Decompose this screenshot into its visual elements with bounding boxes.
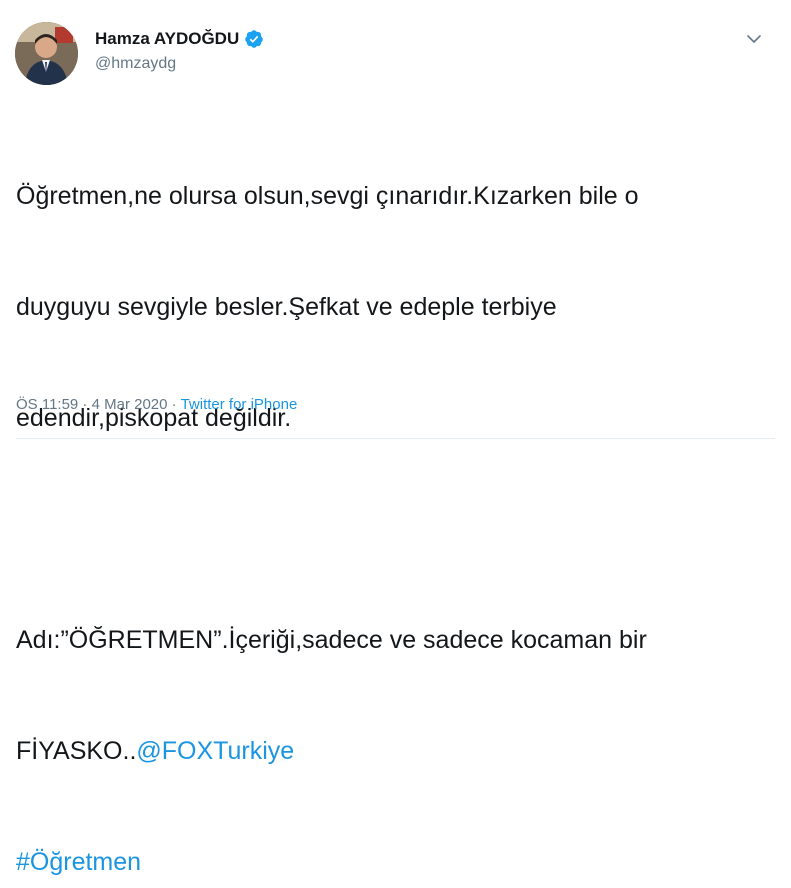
tweet-date[interactable]: 4 Mar 2020 [92, 396, 168, 413]
hashtag-link[interactable]: #Öğretmen [16, 848, 141, 876]
avatar[interactable] [15, 22, 78, 85]
tweet-line-text: FİYASKO.. [16, 737, 137, 765]
author-name[interactable]: Hamza AYDOĞDU [95, 29, 239, 49]
mention-link[interactable]: @FOXTurkiye [136, 737, 294, 765]
author-handle[interactable]: @hmzaydg [95, 55, 176, 73]
verified-badge-icon [245, 30, 263, 48]
tweet-line: FİYASKO..@FOXTurkiye [16, 733, 776, 770]
tweet-line: #Öğretmen [16, 844, 776, 881]
tweet-line: Öğretmen,ne olursa olsun,sevgi çınarıdır… [16, 182, 639, 210]
tweet-line: Adı:”ÖĞRETMEN”.İçeriği,sadece ve sadece … [16, 626, 647, 654]
tweet-time[interactable]: ÖS 11:59 [16, 396, 78, 413]
divider [16, 438, 775, 439]
avatar-photo [15, 22, 78, 85]
author-name-row: Hamza AYDOĞDU [95, 29, 264, 49]
meta-separator: · [167, 396, 181, 413]
tweet-line: duyguyu sevgiyle besler.Şefkat ve edeple… [16, 293, 557, 321]
tweet-text: Öğretmen,ne olursa olsun,sevgi çınarıdır… [16, 104, 776, 888]
meta-separator: · [78, 396, 92, 413]
tweet-source-link[interactable]: Twitter for iPhone [181, 396, 298, 413]
chevron-down-icon[interactable] [746, 33, 762, 45]
tweet-meta: ÖS 11:59 · 4 Mar 2020 · Twitter for iPho… [16, 396, 297, 413]
